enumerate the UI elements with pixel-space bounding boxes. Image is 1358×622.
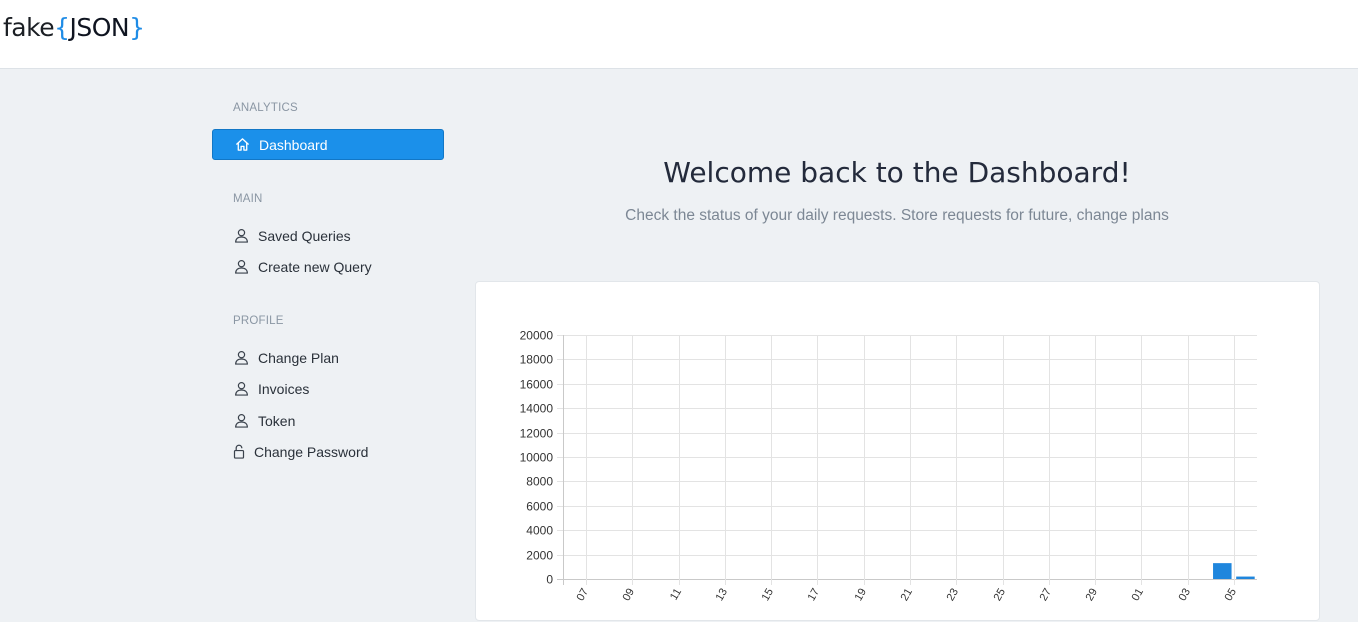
y-tick-label: 12000	[520, 427, 554, 441]
sidebar-section-main: MAIN	[233, 193, 263, 205]
logo-open-brace: {	[54, 13, 70, 42]
requests-chart: 0 2000 4000 6000 8000 10000 12000 14000 16000 180…	[520, 329, 1257, 604]
page-subtitle: Check the status of your daily requests.…	[625, 207, 1169, 224]
logo-prefix: fake	[3, 13, 55, 42]
user-icon	[233, 413, 249, 429]
chart-bar[interactable]	[1213, 563, 1232, 579]
sidebar-item-label: Change Plan	[258, 349, 339, 366]
y-tick-label: 6000	[526, 500, 553, 514]
y-tick-label: 2000	[526, 549, 553, 563]
home-icon	[234, 137, 250, 153]
x-tick-label: 29	[1084, 587, 1101, 604]
top-navbar: fake{JSON}	[0, 0, 1358, 69]
y-tick-label: 18000	[520, 353, 554, 367]
x-tick-label: 21	[899, 587, 916, 604]
y-tick-label: 16000	[520, 378, 554, 392]
x-tick-label: 09	[621, 587, 638, 604]
x-tick-label: 03	[1177, 587, 1194, 604]
sidebar-section-analytics: ANALYTICS	[233, 102, 298, 114]
y-tick-label: 8000	[526, 475, 553, 489]
x-tick-label: 27	[1038, 587, 1055, 604]
sidebar-item-token[interactable]: Token	[212, 405, 444, 436]
logo-close-brace: }	[129, 13, 145, 42]
x-tick-label: 01	[1130, 587, 1147, 604]
x-tick-label: 25	[992, 587, 1009, 604]
user-icon	[233, 350, 249, 366]
x-tick-label: 19	[853, 587, 870, 604]
x-tick-label: 17	[806, 587, 823, 604]
x-tick-label: 07	[575, 587, 592, 604]
user-icon	[233, 259, 249, 275]
user-icon	[233, 381, 249, 397]
sidebar-item-dashboard[interactable]: Dashboard	[212, 129, 444, 160]
sidebar-item-change-plan[interactable]: Change Plan	[212, 342, 444, 373]
page-title: Welcome back to the Dashboard!	[663, 156, 1131, 189]
logo[interactable]: fake{JSON}	[3, 12, 145, 44]
sidebar-item-label: Saved Queries	[258, 227, 351, 244]
sidebar-item-label: Create new Query	[258, 258, 372, 275]
y-tick-label: 4000	[526, 524, 553, 538]
y-tick-label: 10000	[520, 451, 554, 465]
x-tick-label: 11	[668, 587, 684, 603]
sidebar-item-label: Invoices	[258, 380, 310, 397]
user-icon	[233, 228, 249, 244]
lock-icon	[232, 444, 245, 460]
sidebar-section-profile: PROFILE	[233, 315, 284, 327]
x-tick-label: 23	[945, 587, 962, 604]
sidebar-item-saved-queries[interactable]: Saved Queries	[212, 220, 444, 251]
chart-bar[interactable]	[1236, 576, 1255, 579]
y-tick-label: 14000	[520, 402, 554, 416]
sidebar-item-label: Change Password	[254, 443, 369, 460]
y-tick-label: 0	[546, 573, 553, 587]
sidebar-item-create-new-query[interactable]: Create new Query	[212, 251, 444, 282]
sidebar-item-label: Token	[258, 412, 296, 429]
sidebar-item-label: Dashboard	[259, 136, 328, 153]
x-tick-label: 05	[1223, 587, 1240, 604]
logo-word: JSON	[69, 13, 130, 42]
sidebar-item-invoices[interactable]: Invoices	[212, 373, 444, 404]
y-tick-label: 20000	[520, 329, 554, 343]
chart-card: 0 2000 4000 6000 8000 10000 12000 14000 16000 180…	[475, 281, 1320, 621]
sidebar-item-change-password[interactable]: Change Password	[212, 436, 444, 467]
x-tick-label: 13	[714, 587, 731, 604]
x-tick-label: 15	[760, 587, 777, 604]
